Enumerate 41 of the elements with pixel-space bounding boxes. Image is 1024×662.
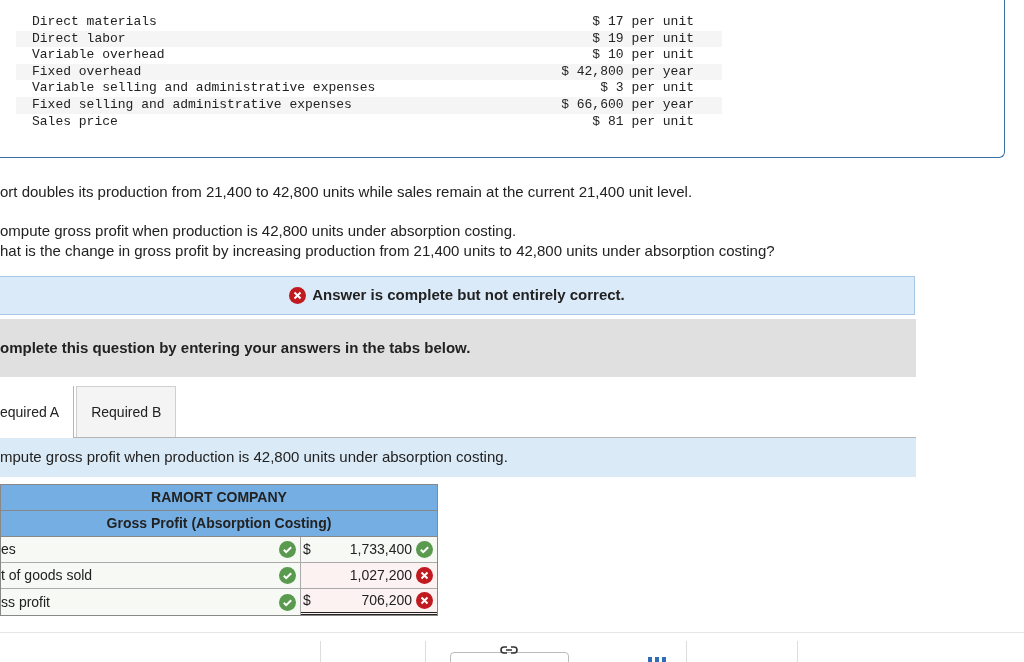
currency-sign: $ [303, 540, 311, 559]
table-cell: per unit [631, 47, 694, 64]
table-cell: per unit [631, 113, 694, 131]
tab[interactable]: Required B [76, 386, 177, 437]
amount-text: 706,200 [360, 591, 412, 610]
link-icon[interactable] [500, 645, 518, 655]
scenario-text: ort doubles its production from 21,400 to 42,800 units while sales remain at the current 21,400 unit level. [0, 182, 694, 202]
grid-icon[interactable] [648, 657, 666, 662]
amount-text: 1,733,400 [348, 540, 412, 559]
row-label: ss profit [1, 592, 50, 612]
row-label: t of goods sold [1, 566, 93, 585]
table-cell-text: Fixed overhead [32, 63, 143, 81]
question-text: ompute gross profit when production is 42,800 units under absorption costing. [0, 221, 518, 241]
feedback-text: Answer is complete but not entirely correct. [312, 285, 625, 306]
table-cell: $ 66,600 [561, 96, 624, 114]
table-cell: $ 17 [592, 14, 624, 31]
table-cell-text: Variable overhead [32, 47, 166, 64]
table-cell-text: Sales price [32, 113, 119, 131]
table-cell: $ 42,800 [561, 63, 624, 81]
statement-subtitle: Gross Profit (Absorption Costing) [1, 511, 437, 537]
currency-sign: $ [303, 591, 311, 610]
table-cell: $ 81 [592, 113, 624, 131]
table-cell: $ 3 [600, 80, 624, 97]
prompt-text: mpute gross profit when production is 42,800 units under absorption costing. [0, 447, 508, 468]
question-text: hat is the change in gross profit by increasing production from 21,400 units to 42,800 units under absorption costing? [0, 241, 776, 261]
table-cell-text: Fixed selling and administrative expenses [32, 96, 353, 114]
table-cell: per unit [631, 80, 694, 97]
amount-text: 1,027,200 [348, 566, 412, 585]
table-cell-text: Direct materials [32, 14, 158, 31]
row-label: es [1, 540, 16, 559]
table-cell-text: Variable selling and administrative expenses [32, 80, 377, 97]
tab[interactable]: equired A [0, 386, 75, 438]
table-cell: per year [631, 96, 694, 114]
table-cell-text: Direct labor [32, 30, 127, 48]
table-cell: per unit [631, 30, 694, 48]
table-cell: per unit [631, 14, 694, 31]
instruction-text: omplete this question by entering your answers in the tabs below. [0, 337, 471, 358]
table-cell: per year [631, 63, 694, 81]
table-cell: $ 10 [592, 47, 624, 64]
table-cell: $ 19 [592, 30, 624, 48]
statement-title: RAMORT COMPANY [1, 485, 437, 511]
